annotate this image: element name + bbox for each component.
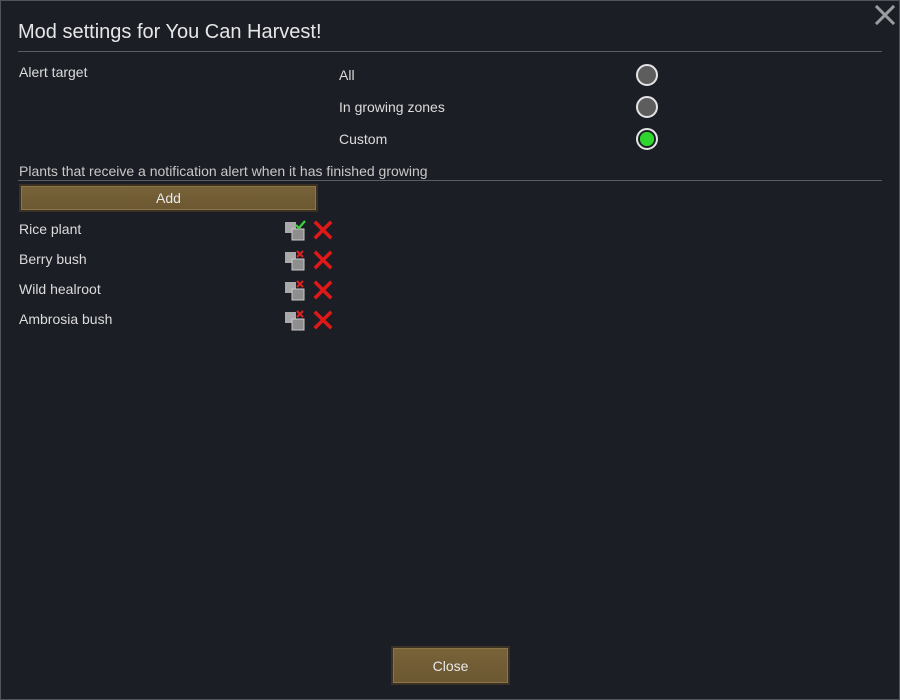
mod-settings-dialog: Mod settings for You Can Harvest! Alert …: [0, 0, 900, 700]
red-x-icon[interactable]: [313, 220, 333, 240]
radio-custom[interactable]: [636, 128, 658, 150]
close-button[interactable]: Close: [391, 646, 510, 685]
radio-all[interactable]: [636, 64, 658, 86]
close-x-icon[interactable]: [874, 4, 896, 26]
plants-divider: [18, 180, 882, 181]
plant-item-name: Rice plant: [19, 221, 82, 237]
option-label-all: All: [339, 67, 355, 83]
radio-in-growing-zones[interactable]: [636, 96, 658, 118]
plant-item-name: Ambrosia bush: [19, 311, 113, 327]
checkbox-cross-icon[interactable]: [284, 249, 306, 271]
option-label-custom: Custom: [339, 131, 388, 147]
checkbox-cross-icon[interactable]: [284, 309, 306, 331]
red-x-icon[interactable]: [313, 280, 333, 300]
title-divider: [18, 51, 882, 52]
option-label-in-growing-zones: In growing zones: [339, 99, 445, 115]
alert-target-label: Alert target: [19, 64, 88, 80]
checkbox-check-icon[interactable]: [284, 219, 306, 241]
plants-section-header: Plants that receive a notification alert…: [19, 163, 428, 179]
checkbox-cross-icon[interactable]: [284, 279, 306, 301]
red-x-icon[interactable]: [313, 250, 333, 270]
dialog-title: Mod settings for You Can Harvest!: [18, 21, 322, 43]
plant-item-name: Wild healroot: [19, 281, 101, 297]
plant-item-name: Berry bush: [19, 251, 87, 267]
add-button[interactable]: Add: [19, 184, 318, 212]
red-x-icon[interactable]: [313, 310, 333, 330]
